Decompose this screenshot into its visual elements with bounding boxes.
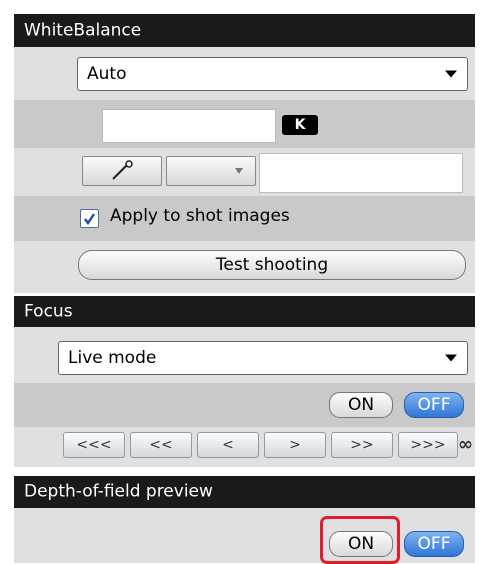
- chevron-down-icon: [235, 168, 243, 174]
- focus-off-button[interactable]: OFF: [404, 392, 464, 418]
- wb-preset-name-field[interactable]: [259, 153, 463, 193]
- dof-toggle-row: ON OFF: [14, 508, 475, 563]
- whitebalance-header: WhiteBalance: [14, 14, 475, 47]
- focus-toggle-row: ON OFF: [14, 383, 475, 427]
- whitebalance-title: WhiteBalance: [24, 20, 142, 40]
- wb-apply-row: Apply to shot images: [14, 196, 475, 241]
- focus-header: Focus: [14, 296, 475, 327]
- test-shooting-button[interactable]: Test shooting: [78, 250, 466, 280]
- wb-kelvin-row: K: [14, 100, 475, 148]
- wb-preset-select[interactable]: [166, 156, 256, 186]
- dof-off-button[interactable]: OFF: [404, 531, 464, 557]
- focus-near-small-button[interactable]: <: [197, 432, 259, 458]
- focus-mode-dropdown[interactable]: Live mode: [58, 341, 468, 375]
- dof-on-highlight: [320, 516, 400, 564]
- infinity-icon: ∞: [458, 434, 473, 455]
- focus-far-large-button[interactable]: >>>: [398, 432, 458, 458]
- dof-header: Depth-of-field preview: [14, 476, 475, 508]
- focus-far-medium-button[interactable]: >>: [331, 432, 393, 458]
- chevron-down-icon: [445, 354, 457, 362]
- wb-mode-dropdown[interactable]: Auto: [77, 57, 468, 91]
- focus-mode-value: Live mode: [68, 348, 157, 368]
- checkmark-icon: [84, 213, 95, 226]
- focus-nav-row: <<< << < > >> >>> ∞: [14, 427, 475, 467]
- focus-mode-row: Live mode: [14, 327, 475, 384]
- apply-label: Apply to shot images: [110, 206, 290, 226]
- apply-checkbox[interactable]: [80, 209, 99, 228]
- chevron-down-icon: [445, 70, 457, 78]
- wb-test-row: Test shooting: [14, 241, 475, 293]
- focus-title: Focus: [24, 301, 73, 321]
- eyedropper-icon: [112, 160, 133, 180]
- focus-on-button[interactable]: ON: [329, 392, 393, 418]
- wb-mode-value: Auto: [87, 64, 127, 84]
- wb-tools-row: [14, 148, 475, 197]
- kelvin-input[interactable]: [102, 109, 276, 143]
- focus-far-small-button[interactable]: >: [264, 432, 326, 458]
- wb-mode-row: Auto: [14, 47, 475, 101]
- focus-near-large-button[interactable]: <<<: [63, 432, 125, 458]
- kelvin-badge: K: [282, 115, 318, 135]
- focus-near-medium-button[interactable]: <<: [130, 432, 192, 458]
- dof-title: Depth-of-field preview: [24, 481, 213, 502]
- eyedropper-button[interactable]: [82, 156, 162, 186]
